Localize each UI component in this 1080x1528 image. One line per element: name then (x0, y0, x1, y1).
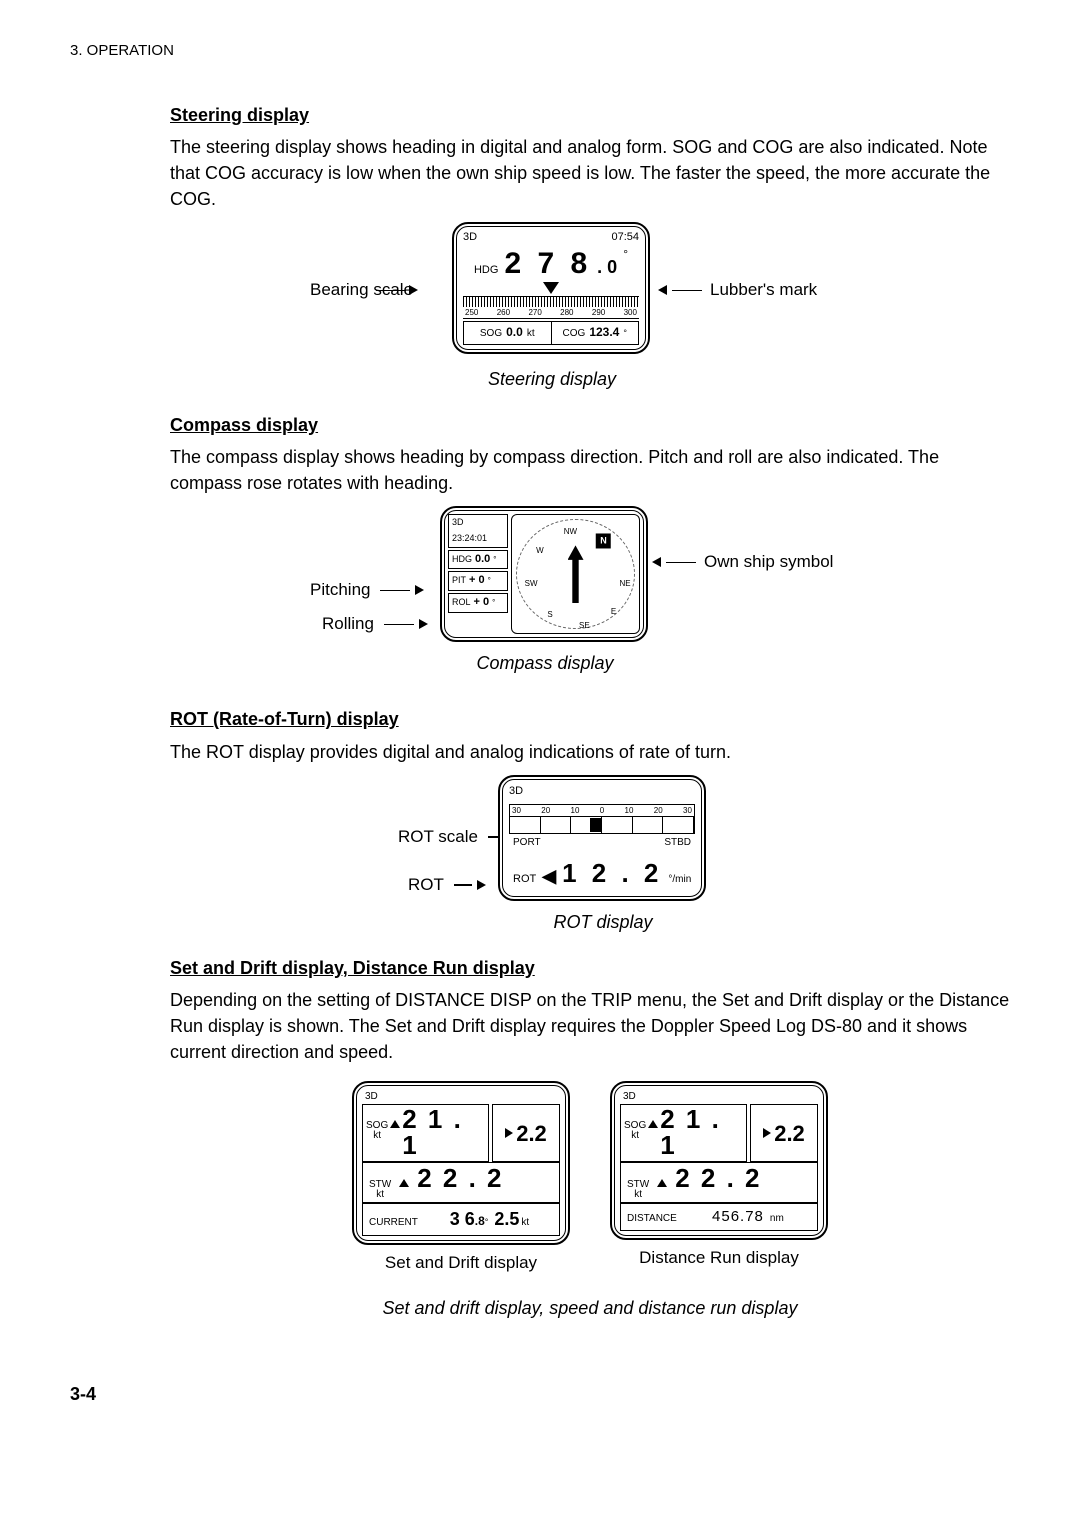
degree-icon: ° (623, 246, 628, 263)
triangle-right-icon (763, 1128, 771, 1138)
triangle-up-icon (657, 1179, 667, 1187)
roll-readout: ROL+ 0° (448, 593, 508, 613)
content: Steering display The steering display sh… (170, 102, 1010, 1322)
mode-label: 3D (509, 784, 695, 800)
page-number: 3-4 (70, 1381, 1010, 1407)
triangle-up-icon (390, 1120, 400, 1128)
compass-device: 3D 23:24:01 HDG0.0° PIT+ 0° ROL+ 0° (440, 506, 648, 642)
sog-lateral: 2.2 (492, 1104, 560, 1162)
compass-rose: N NE E SE S SW W NW (511, 514, 640, 634)
rot-bar-fill (590, 818, 602, 832)
callout-bearing-scale: Bearing scale (310, 278, 418, 303)
caption-compass: Compass display (440, 650, 650, 676)
figure-sdd: 3D SOGkt 2 1 . 1 2.2 STWkt (170, 1081, 1010, 1275)
own-ship-icon (568, 545, 584, 603)
degree-icon: ° (623, 327, 627, 340)
hdg-readout: HDG 2 7 8 . 0 ° (463, 242, 639, 286)
caption-distance-run: Distance Run display (610, 1246, 828, 1271)
para-steering: The steering display shows heading in di… (170, 134, 1010, 212)
para-rot: The ROT display provides digital and ana… (170, 739, 1010, 765)
sog-readout: SOGkt 2 1 . 1 (620, 1104, 747, 1162)
heading-compass: Compass display (170, 412, 1010, 438)
rot-scale: 302010 01020 30 (509, 804, 695, 835)
heading-steering: Steering display (170, 102, 1010, 128)
figure-steering: Bearing scale Lubber's mark 3D 07:54 HDG… (170, 222, 1010, 392)
heading-sdd: Set and Drift display, Distance Run disp… (170, 955, 1010, 981)
sog-readout: SOGkt 2 1 . 1 (362, 1104, 489, 1162)
distance-run-device: 3D SOGkt 2 1 . 1 2.2 STWkt (610, 1081, 828, 1275)
caption-steering: Steering display (452, 366, 652, 392)
sog-readout: SOG 0.0 kt (463, 321, 551, 345)
rot-readout: ROT ◀ 1 2 . 2 °/min (509, 855, 695, 893)
para-compass: The compass display shows heading by com… (170, 444, 1010, 496)
time-label: 07:54 (611, 230, 639, 246)
current-readout: CURRENT 3 6.8° 2.5 kt (362, 1203, 560, 1235)
cog-readout: COG 123.4 ° (551, 321, 640, 345)
figure-rot: ROT scale ROT 3D 302010 01020 30 (170, 775, 1010, 935)
mode-label: 3D (362, 1090, 560, 1105)
hdg-readout: HDG0.0° (448, 550, 508, 570)
stbd-label: STBD (664, 836, 691, 851)
mode-time: 3D 23:24:01 (448, 514, 508, 547)
callout-pitching: Pitching (310, 578, 424, 603)
bearing-scale: 250 260 270 280 290 300 (463, 296, 639, 320)
mode-label: 3D (620, 1090, 818, 1105)
heading-rot: ROT (Rate-of-Turn) display (170, 706, 1010, 732)
steering-device: 3D 07:54 HDG 2 7 8 . 0 ° 250 26 (452, 222, 650, 354)
section-tag: 3. OPERATION (70, 40, 1010, 62)
callout-rot-value: ROT (408, 873, 486, 898)
figure-compass: Pitching Rolling Own ship symbol 3D 23:2… (170, 506, 1010, 686)
stw-readout: STWkt 2 2 . 2 (362, 1162, 560, 1203)
set-drift-device: 3D SOGkt 2 1 . 1 2.2 STWkt (352, 1081, 570, 1275)
north-icon: N (596, 534, 611, 549)
arrow-left-icon: ◀ (542, 863, 556, 889)
rot-device: 3D 302010 01020 30 (498, 775, 706, 902)
callout-own-ship: Own ship symbol (652, 550, 833, 575)
triangle-right-icon (505, 1128, 513, 1138)
distance-readout: DISTANCE 456.78 nm (620, 1203, 818, 1231)
callout-lubber: Lubber's mark (658, 278, 817, 303)
mode-label: 3D (463, 230, 477, 246)
caption-rot: ROT display (498, 909, 708, 935)
triangle-up-icon (399, 1179, 409, 1187)
caption-set-drift: Set and Drift display (352, 1251, 570, 1276)
stw-readout: STWkt 2 2 . 2 (620, 1162, 818, 1203)
sog-lateral: 2.2 (750, 1104, 818, 1162)
triangle-up-icon (648, 1120, 658, 1128)
pitch-readout: PIT+ 0° (448, 571, 508, 591)
callout-rolling: Rolling (322, 612, 428, 637)
para-sdd: Depending on the setting of DISTANCE DIS… (170, 987, 1010, 1065)
port-label: PORT (513, 836, 541, 851)
caption-sdd: Set and drift display, speed and distanc… (170, 1295, 1010, 1321)
